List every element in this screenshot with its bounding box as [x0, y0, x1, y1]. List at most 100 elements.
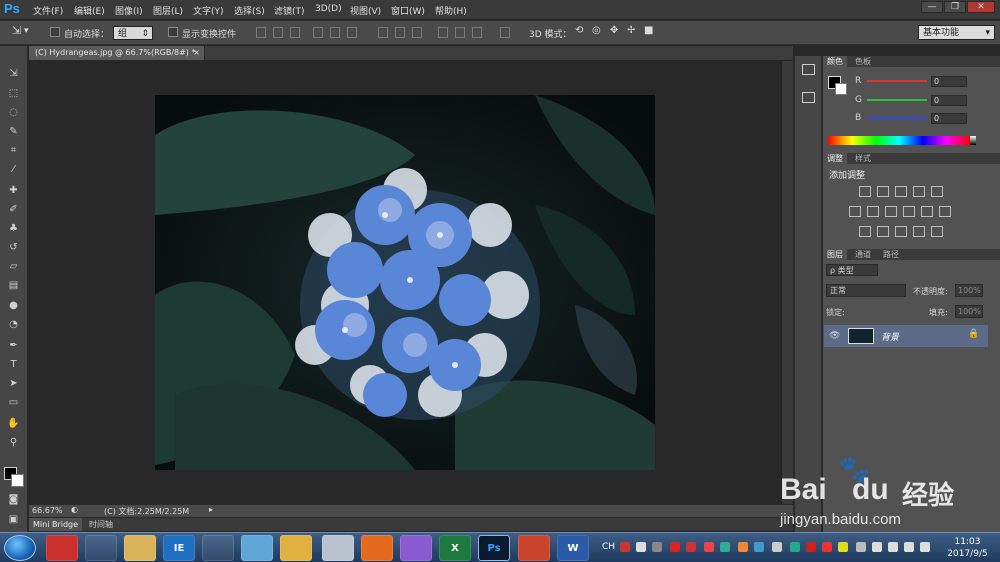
- pen-tool-icon[interactable]: ✒: [5, 338, 22, 354]
- align-vcenter-icon[interactable]: [273, 27, 283, 38]
- blur-tool-icon[interactable]: ●: [5, 298, 22, 314]
- selective-color-icon[interactable]: [913, 226, 925, 237]
- tray-icon-10[interactable]: [772, 542, 782, 552]
- gradient-tool-icon[interactable]: ▤: [5, 278, 22, 294]
- hand-tool-icon[interactable]: ✋: [5, 416, 22, 432]
- brightness-icon[interactable]: [859, 186, 871, 197]
- auto-select-checkbox[interactable]: [50, 27, 60, 37]
- channel-g-slider[interactable]: [867, 99, 927, 101]
- status-menu-arrow-icon[interactable]: ▸: [209, 505, 213, 514]
- tab-swatches[interactable]: 色板: [851, 56, 875, 67]
- shape-tool-icon[interactable]: ▭: [5, 395, 22, 411]
- color-balance-icon[interactable]: [867, 206, 879, 217]
- workspace-dropdown[interactable]: 基本功能 ▾: [918, 25, 995, 40]
- invert-icon[interactable]: [859, 226, 871, 237]
- distribute-left-icon[interactable]: [438, 27, 448, 38]
- taskbar-app-paint[interactable]: [202, 535, 234, 561]
- posterize-icon[interactable]: [877, 226, 889, 237]
- color-spectrum[interactable]: [828, 136, 970, 145]
- taskbar-app-ie[interactable]: IE: [163, 535, 195, 561]
- tray-icon-3[interactable]: [652, 542, 662, 552]
- align-hcenter-icon[interactable]: [330, 27, 340, 38]
- move-tool-icon[interactable]: ⇲: [5, 66, 22, 82]
- opacity-input[interactable]: 100%: [955, 284, 983, 297]
- taskbar-app-excel[interactable]: X: [439, 535, 471, 561]
- vibrance-icon[interactable]: [931, 186, 943, 197]
- brush-tool-icon[interactable]: ✐: [5, 202, 22, 218]
- tab-mini-bridge[interactable]: Mini Bridge: [29, 518, 83, 531]
- menu-3d[interactable]: 3D(D): [315, 4, 342, 14]
- volume-icon[interactable]: [920, 542, 930, 552]
- menu-type[interactable]: 文字(Y): [193, 4, 224, 17]
- taskbar-app-photoshop[interactable]: Ps: [478, 535, 510, 561]
- properties-panel-icon[interactable]: [802, 92, 815, 103]
- quick-select-tool-icon[interactable]: ✎: [5, 124, 22, 140]
- zoom-tool-icon[interactable]: ⚲: [5, 435, 22, 451]
- taskbar-app-search[interactable]: [280, 535, 312, 561]
- menu-filter[interactable]: 滤镜(T): [274, 4, 305, 17]
- spectrum-bw[interactable]: [970, 136, 976, 145]
- channel-r-slider[interactable]: [867, 80, 927, 82]
- tab-timeline[interactable]: 时间轴: [85, 518, 117, 531]
- auto-select-dropdown[interactable]: 组 ⇕: [113, 26, 153, 40]
- tray-icon-12[interactable]: [806, 542, 816, 552]
- roll-3d-icon[interactable]: ◎: [592, 25, 601, 36]
- lasso-tool-icon[interactable]: ◌: [5, 105, 22, 121]
- tray-icon-9[interactable]: [754, 542, 764, 552]
- taskbar-app-firefox[interactable]: [361, 535, 393, 561]
- taskbar-app-browser[interactable]: [46, 535, 78, 561]
- document-tab[interactable]: (C) Hydrangeas.jpg @ 66.7%(RGB/8#) * ×: [29, 46, 205, 60]
- channel-r-value[interactable]: 0: [931, 76, 967, 87]
- distribute-right-icon[interactable]: [472, 27, 482, 38]
- taskbar-app-word[interactable]: W: [557, 535, 589, 561]
- eye-icon[interactable]: 👁: [829, 331, 840, 341]
- tray-icon-18[interactable]: [904, 542, 914, 552]
- gradient-map-icon[interactable]: [931, 226, 943, 237]
- auto-align-icon[interactable]: [500, 27, 510, 38]
- tray-icon-13[interactable]: [822, 542, 832, 552]
- black-white-icon[interactable]: [885, 206, 897, 217]
- exposure-icon[interactable]: [913, 186, 925, 197]
- taskbar-app-folder[interactable]: [124, 535, 156, 561]
- distribute-hcenter-icon[interactable]: [455, 27, 465, 38]
- eyedropper-tool-icon[interactable]: ⁄: [5, 162, 22, 178]
- tray-icon-5[interactable]: [686, 542, 696, 552]
- channel-b-slider[interactable]: [867, 117, 927, 119]
- history-panel-icon[interactable]: [802, 64, 815, 75]
- taskbar-app-display[interactable]: [85, 535, 117, 561]
- chevron-down-icon[interactable]: ▾: [24, 26, 29, 36]
- tab-color[interactable]: 颜色: [823, 56, 847, 67]
- move-tool-icon[interactable]: ⇲: [12, 24, 21, 37]
- history-brush-tool-icon[interactable]: ↺: [5, 240, 22, 256]
- fill-input[interactable]: 100%: [955, 305, 983, 318]
- marquee-tool-icon[interactable]: ⬚: [5, 86, 22, 102]
- distribute-top-icon[interactable]: [378, 27, 388, 38]
- tab-adjustments[interactable]: 调整: [823, 153, 847, 164]
- menu-view[interactable]: 视图(V): [350, 4, 381, 17]
- channel-mixer-icon[interactable]: [921, 206, 933, 217]
- tray-icon-4[interactable]: [670, 542, 680, 552]
- zoom-level[interactable]: 66.67%: [32, 506, 63, 515]
- taskbar-app-media[interactable]: [400, 535, 432, 561]
- tray-icon-6[interactable]: [704, 542, 714, 552]
- tab-styles[interactable]: 样式: [851, 153, 875, 164]
- tray-icon-17[interactable]: [888, 542, 898, 552]
- curves-icon[interactable]: [895, 186, 907, 197]
- align-right-icon[interactable]: [347, 27, 357, 38]
- tray-icon-16[interactable]: [872, 542, 882, 552]
- hue-saturation-icon[interactable]: [849, 206, 861, 217]
- vertical-scrollbar[interactable]: [781, 61, 793, 504]
- taskbar-app-powerpoint[interactable]: [518, 535, 550, 561]
- menu-window[interactable]: 窗口(W): [391, 4, 425, 17]
- document-image[interactable]: [155, 95, 655, 470]
- layer-filter-dropdown[interactable]: ρ 类型: [826, 264, 878, 276]
- show-transform-checkbox[interactable]: [168, 27, 178, 37]
- distribute-bottom-icon[interactable]: [412, 27, 422, 38]
- align-left-icon[interactable]: [313, 27, 323, 38]
- layer-row-background[interactable]: 👁 背景 🔒: [824, 325, 988, 347]
- tab-paths[interactable]: 路径: [879, 249, 903, 260]
- menu-layer[interactable]: 图层(L): [153, 4, 183, 17]
- healing-brush-tool-icon[interactable]: ✚: [5, 183, 22, 199]
- menu-help[interactable]: 帮助(H): [435, 4, 467, 17]
- menu-edit[interactable]: 编辑(E): [74, 4, 105, 17]
